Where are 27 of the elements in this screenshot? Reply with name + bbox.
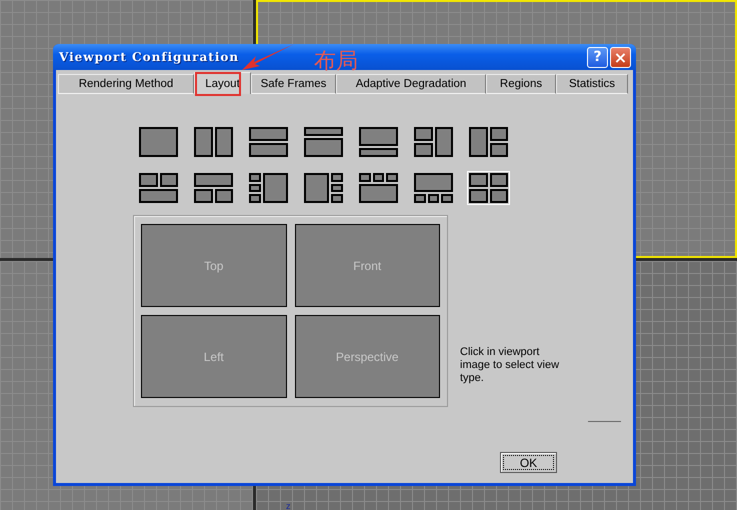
tab[interactable]: Safe Frames — [251, 74, 336, 94]
layout-option[interactable] — [412, 125, 455, 159]
tab[interactable]: Rendering Method — [58, 74, 194, 94]
layout-option[interactable] — [302, 171, 345, 205]
highlight-box — [195, 72, 241, 96]
axis-label: z — [286, 501, 290, 510]
layout-option[interactable] — [192, 171, 235, 205]
layout-option[interactable] — [467, 171, 510, 205]
layout-option[interactable] — [192, 125, 235, 159]
layout-option[interactable] — [137, 171, 180, 205]
layout-option[interactable] — [302, 125, 345, 159]
close-button[interactable]: × — [610, 46, 631, 68]
ok-button[interactable]: OK — [500, 452, 557, 473]
layout-option[interactable] — [357, 171, 400, 205]
layout-option[interactable] — [137, 125, 180, 159]
layout-option[interactable] — [357, 125, 400, 159]
help-button[interactable]: ? — [587, 46, 608, 68]
tab[interactable]: Regions — [486, 74, 556, 94]
window-title: Viewport Configuration — [59, 50, 240, 64]
layout-option[interactable] — [467, 125, 510, 159]
layout-option[interactable] — [247, 125, 290, 159]
tab[interactable]: Statistics — [556, 74, 628, 94]
tab[interactable]: Adaptive Degradation — [336, 74, 486, 94]
layout-option[interactable] — [412, 171, 455, 205]
hint-text: Click in viewport image to select view type. — [460, 346, 560, 385]
annotation-text: 布局 — [314, 50, 358, 74]
layout-option[interactable] — [247, 171, 290, 205]
